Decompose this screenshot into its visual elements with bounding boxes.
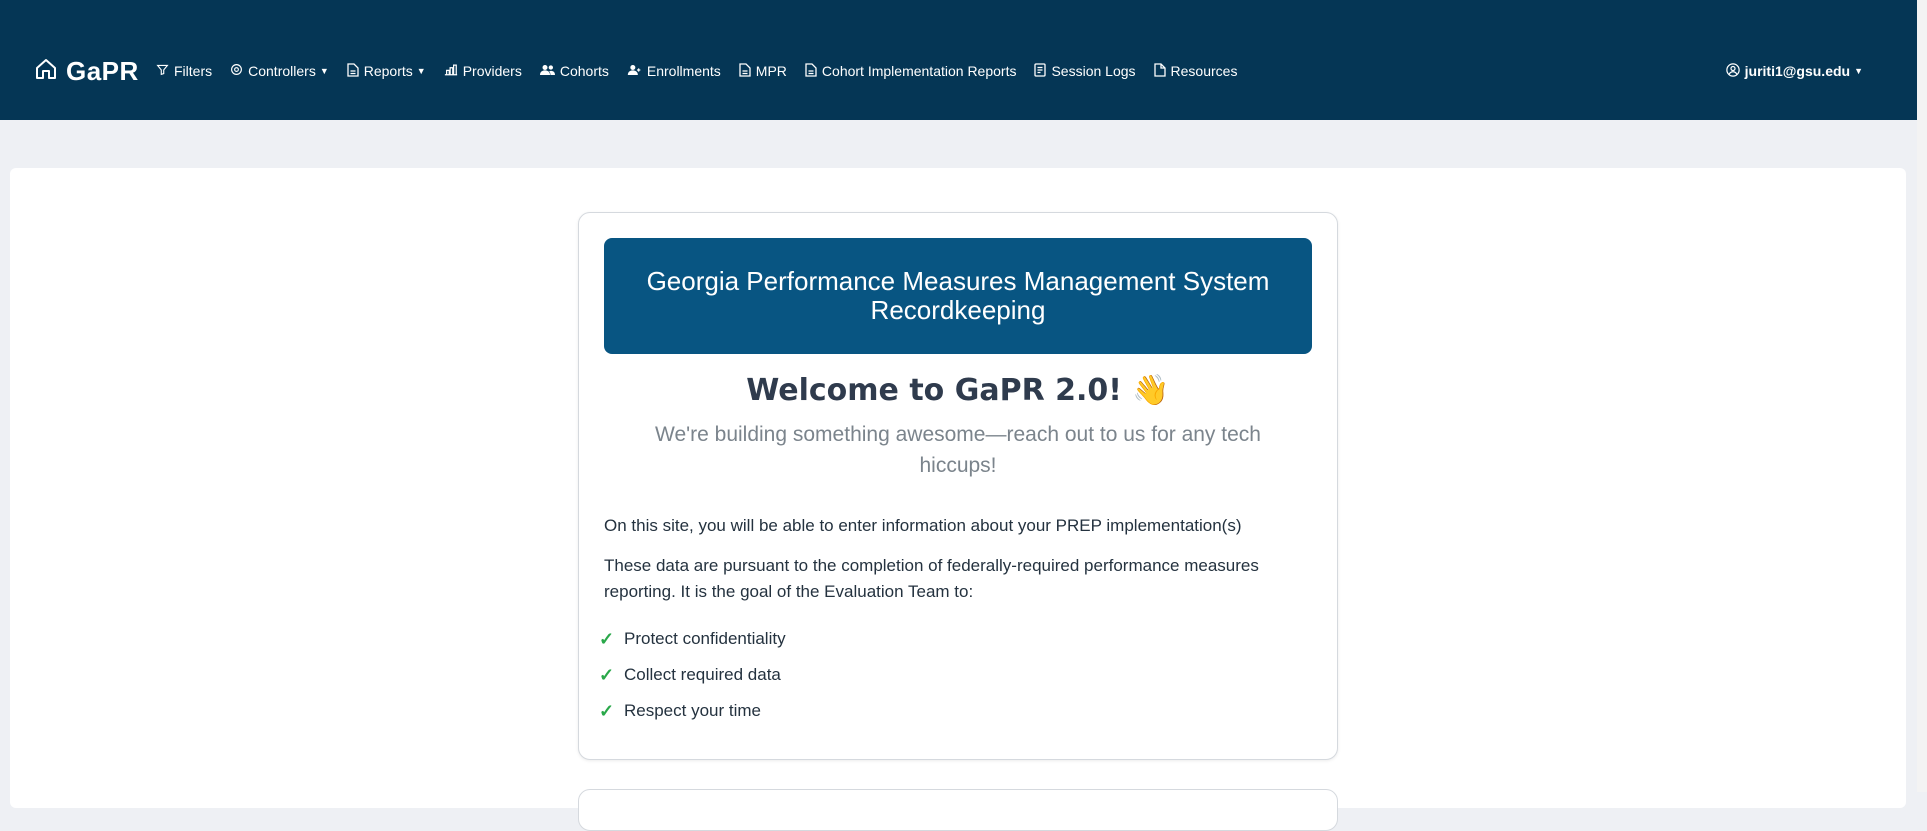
goal-text: Collect required data xyxy=(624,665,781,684)
checkmark-icon: ✓ xyxy=(599,628,615,649)
nav-cohorts[interactable]: Cohorts xyxy=(539,63,609,79)
nav-mpr[interactable]: MPR xyxy=(739,62,787,80)
goals-list: ✓ Protect confidentiality ✓ Collect requ… xyxy=(599,621,1299,729)
scrollbar[interactable] xyxy=(1917,0,1927,792)
welcome-card: Georgia Performance Measures Management … xyxy=(578,212,1338,760)
chevron-down-icon: ▼ xyxy=(1854,66,1863,76)
brand-name: GaPR xyxy=(66,55,139,86)
people-icon xyxy=(539,63,555,79)
nav-cohorts-label: Cohorts xyxy=(559,63,609,79)
document-icon xyxy=(347,62,359,80)
nav-enrollments[interactable]: Enrollments xyxy=(627,63,721,79)
welcome-text: Welcome to GaPR 2.0! xyxy=(746,373,1122,408)
bar-chart-icon xyxy=(444,63,458,79)
document-icon xyxy=(739,62,751,80)
nav-resources-label: Resources xyxy=(1170,63,1238,79)
chevron-down-icon: ▼ xyxy=(319,66,329,76)
secondary-card xyxy=(578,789,1338,831)
list-item: ✓ Respect your time xyxy=(599,693,1299,729)
intro-paragraph: On this site, you will be able to enter … xyxy=(604,516,1242,535)
user-circle-icon xyxy=(1725,62,1740,80)
top-navbar: GaPR Filters Controllers ▼ Reports ▼ Pro… xyxy=(0,0,1917,120)
nav-controllers-label: Controllers xyxy=(248,63,316,79)
nav-enrollments-label: Enrollments xyxy=(646,63,721,79)
welcome-subtitle: We're building something awesome—reach o… xyxy=(655,423,1261,477)
goals-intro-paragraph: These data are pursuant to the completio… xyxy=(604,556,1259,601)
document-icon xyxy=(805,62,817,80)
nav-cohort-implementation-reports-label: Cohort Implementation Reports xyxy=(821,63,1017,79)
file-icon xyxy=(1153,62,1166,80)
nav-cohort-implementation-reports[interactable]: Cohort Implementation Reports xyxy=(805,62,1017,80)
nav-providers-label: Providers xyxy=(462,63,522,79)
nav-filters[interactable]: Filters xyxy=(156,63,212,79)
filter-icon xyxy=(156,63,169,79)
goal-text: Respect your time xyxy=(624,701,761,720)
list-item: ✓ Protect confidentiality xyxy=(599,621,1299,657)
main-nav: Filters Controllers ▼ Reports ▼ Provider… xyxy=(156,60,1255,82)
nav-providers[interactable]: Providers xyxy=(444,63,522,79)
nav-resources[interactable]: Resources xyxy=(1153,62,1238,80)
chevron-down-icon: ▼ xyxy=(416,66,426,76)
home-icon xyxy=(34,57,58,86)
nav-session-logs[interactable]: Session Logs xyxy=(1034,62,1136,80)
user-menu[interactable]: juriti1@gsu.edu ▼ xyxy=(1725,60,1863,82)
nav-mpr-label: MPR xyxy=(755,63,787,79)
user-email: juriti1@gsu.edu xyxy=(1744,63,1851,79)
nav-filters-label: Filters xyxy=(174,63,213,79)
brand-home-link[interactable]: GaPR xyxy=(34,54,139,88)
log-icon xyxy=(1034,62,1047,80)
hero-title: Georgia Performance Measures Management … xyxy=(646,266,1270,325)
welcome-heading: Welcome to GaPR 2.0! 👋 xyxy=(579,373,1337,408)
nav-reports-label: Reports xyxy=(363,63,413,79)
person-add-icon xyxy=(627,63,642,79)
goal-text: Protect confidentiality xyxy=(624,629,786,648)
nav-session-logs-label: Session Logs xyxy=(1051,63,1136,79)
hero-banner: Georgia Performance Measures Management … xyxy=(604,238,1312,354)
gear-icon xyxy=(230,63,243,79)
nav-reports[interactable]: Reports ▼ xyxy=(347,62,426,80)
nav-controllers[interactable]: Controllers ▼ xyxy=(230,63,329,79)
waving-hand-icon: 👋 xyxy=(1132,373,1170,408)
checkmark-icon: ✓ xyxy=(599,700,615,721)
checkmark-icon: ✓ xyxy=(599,664,615,685)
list-item: ✓ Collect required data xyxy=(599,657,1299,693)
